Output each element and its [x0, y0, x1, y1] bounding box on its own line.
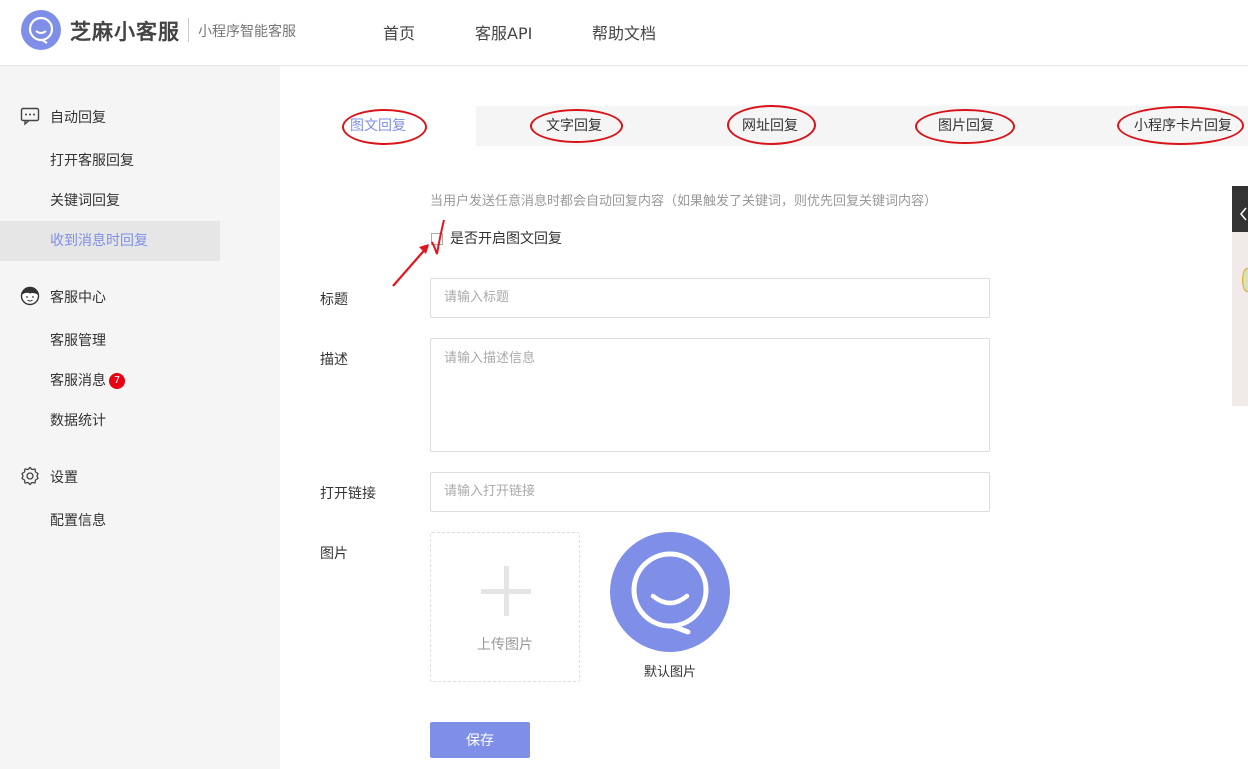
sidebar-item-label: 客服消息 — [50, 373, 106, 389]
chat-icon — [20, 106, 40, 126]
nav-docs[interactable]: 帮助文档 — [592, 20, 656, 44]
sidebar-item-agent-messages[interactable]: 客服消息 7 — [0, 361, 220, 401]
default-image-label: 默认图片 — [643, 665, 696, 680]
nav-api[interactable]: 客服API — [475, 20, 532, 44]
logo-icon[interactable] — [21, 10, 61, 50]
sidebar-group-label: 设置 — [50, 470, 78, 486]
preview-avatar-icon — [1242, 268, 1248, 292]
save-button[interactable]: 保存 — [430, 722, 530, 758]
sidebar-group-label: 自动回复 — [50, 110, 106, 126]
auto-reply-hint: 当用户发送任意消息时都会自动回复内容（如果触发了关键词，则优先回复关键词内容） — [430, 194, 938, 209]
sidebar-group-settings[interactable]: 设置 — [0, 456, 220, 496]
sidebar-item-statistics[interactable]: 数据统计 — [0, 401, 220, 441]
tab-image-text-reply[interactable]: 图文回复 — [280, 106, 476, 146]
phone-preview-header — [1232, 186, 1248, 232]
sidebar-group-auto-reply[interactable]: 自动回复 — [0, 96, 220, 136]
upload-image-label: 上传图片 — [477, 637, 533, 653]
tab-image-reply[interactable]: 图片回复 — [868, 106, 1064, 146]
sidebar-group-label: 客服中心 — [50, 290, 106, 306]
sidebar-item-message-reply[interactable]: 收到消息时回复 — [0, 221, 220, 261]
sidebar-item-config-info[interactable]: 配置信息 — [0, 501, 220, 541]
sidebar-group-service-center[interactable]: 客服中心 — [0, 276, 220, 316]
title-label: 标题 — [320, 292, 348, 308]
brand-name[interactable]: 芝麻小客服 — [70, 16, 180, 46]
chat-bubble-icon — [631, 551, 709, 635]
brand-divider — [188, 18, 189, 42]
description-textarea[interactable]: 请输入描述信息 — [430, 338, 990, 452]
default-image[interactable] — [610, 532, 730, 652]
image-label: 图片 — [320, 546, 348, 562]
plus-icon — [504, 566, 509, 616]
sidebar-item-agent-management[interactable]: 客服管理 — [0, 321, 220, 361]
link-label: 打开链接 — [320, 486, 376, 502]
enable-image-text-label[interactable]: 是否开启图文回复 — [450, 228, 562, 248]
link-input[interactable]: 请输入打开链接 — [430, 472, 990, 512]
nav-home[interactable]: 首页 — [383, 20, 415, 44]
tab-url-reply[interactable]: 网址回复 — [672, 106, 868, 146]
brand-subtitle: 小程序智能客服 — [198, 24, 296, 40]
top-header: 芝麻小客服 小程序智能客服 首页 客服API 帮助文档 — [0, 0, 1248, 66]
unread-count-badge: 7 — [109, 373, 125, 389]
tab-mini-program-card-reply[interactable]: 小程序卡片回复 — [1084, 106, 1248, 146]
sidebar-item-open-reply[interactable]: 打开客服回复 — [0, 141, 220, 181]
upload-image-box[interactable]: 上传图片 — [430, 532, 580, 682]
gear-icon — [20, 466, 40, 486]
description-label: 描述 — [320, 352, 348, 368]
tab-text-reply[interactable]: 文字回复 — [476, 106, 672, 146]
agent-avatar-icon — [20, 286, 40, 306]
title-input[interactable]: 请输入标题 — [430, 278, 990, 318]
sidebar-item-keyword-reply[interactable]: 关键词回复 — [0, 181, 220, 221]
back-chevron-icon — [1240, 207, 1247, 221]
